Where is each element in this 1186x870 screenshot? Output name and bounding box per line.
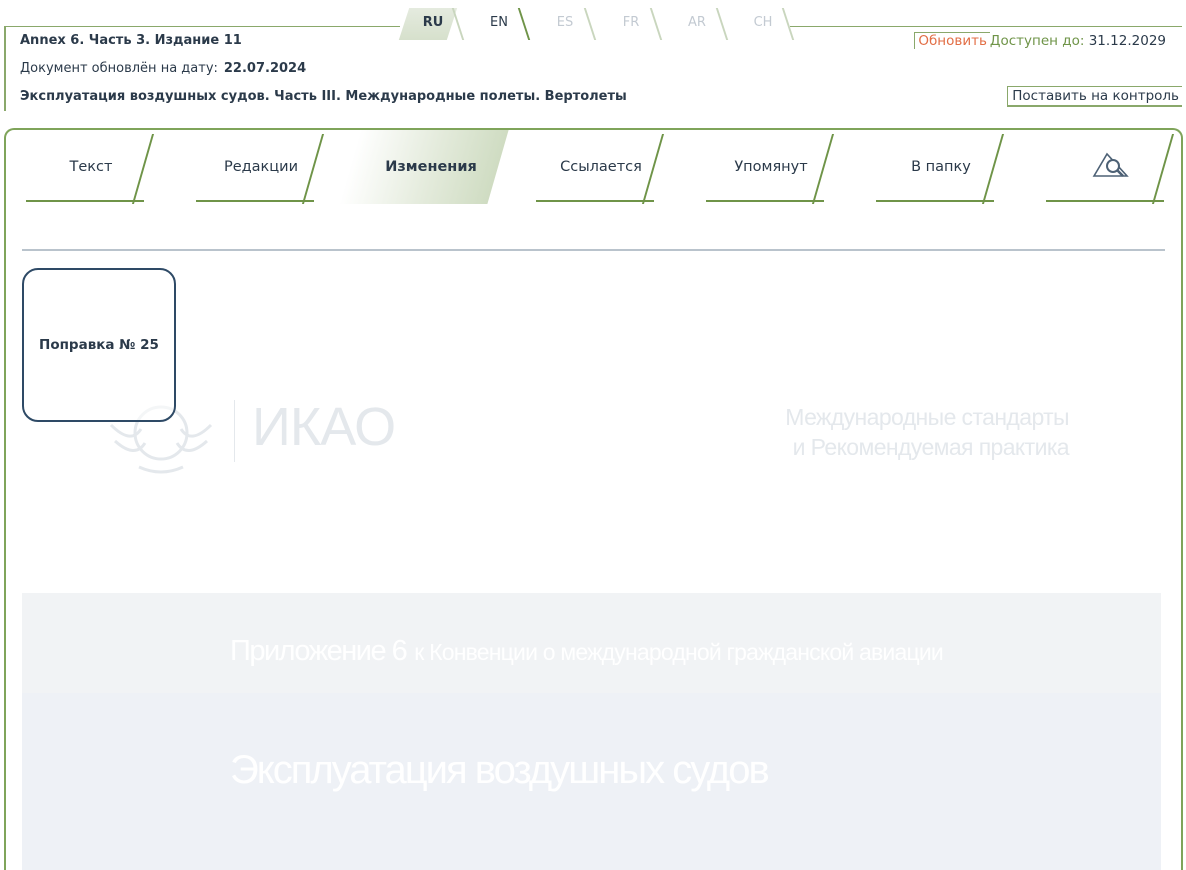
document-cover: Приложение 6к Конвенции о международной … — [22, 593, 1161, 870]
amendment-card[interactable]: Поправка № 25 — [22, 268, 176, 422]
refresh-button[interactable]: Обновить — [914, 32, 990, 49]
tab-search[interactable] — [1036, 130, 1181, 204]
updated-date: 22.07.2024 — [223, 61, 307, 76]
tab-mentioned[interactable]: Упомянут — [696, 130, 846, 204]
lang-ru[interactable]: RU — [398, 6, 466, 40]
logo-separator — [234, 400, 235, 462]
cover-title: Эксплуатация воздушных судов — [230, 748, 770, 792]
lang-en-label: EN — [490, 15, 508, 30]
tab-to-folder-label: В папку — [911, 159, 971, 175]
lang-fr-label: FR — [622, 15, 640, 30]
tab-text-label: Текст — [69, 159, 113, 175]
updated-info: Документ обновлён на дату: 22.07.2024 — [20, 61, 306, 76]
icao-wordmark: ИКАО — [252, 397, 396, 457]
document-title: Annex 6. Часть 3. Издание 11 — [20, 33, 242, 48]
tabs-divider — [22, 249, 1165, 251]
lang-es-label: ES — [556, 15, 574, 30]
lang-ch[interactable]: CH — [730, 6, 796, 38]
search-icon — [1091, 150, 1131, 184]
tab-to-folder[interactable]: В папку — [866, 130, 1016, 204]
monitor-button[interactable]: Поставить на контроль — [1007, 86, 1182, 107]
header-frame-right — [790, 26, 1182, 27]
annex-heading: Приложение 6к Конвенции о международной … — [230, 635, 944, 668]
content-panel: Текст Редакции Изменения Ссылается Упомя… — [4, 128, 1183, 870]
lang-ru-label: RU — [422, 15, 444, 30]
tab-changes[interactable]: Изменения — [339, 130, 509, 204]
document-header: RU EN ES FR AR CH Annex 6. Часть 3. Изда… — [0, 0, 1186, 118]
available-date: 31.12.2029 — [1088, 33, 1166, 49]
document-tabs: Текст Редакции Изменения Ссылается Упомя… — [6, 130, 1181, 206]
document-name: Эксплуатация воздушных судов. Часть III.… — [20, 89, 627, 104]
annex-number: Приложение 6 — [230, 635, 408, 667]
standards-line1: Международные стандарты — [785, 404, 1069, 430]
lang-ar[interactable]: AR — [664, 6, 730, 38]
lang-fr[interactable]: FR — [598, 6, 664, 38]
available-label: Доступен до: — [989, 33, 1085, 49]
tab-revisions-label: Редакции — [223, 159, 299, 175]
lang-ar-label: AR — [688, 15, 706, 30]
updated-label: Документ обновлён на дату: — [20, 61, 218, 76]
tab-references[interactable]: Ссылается — [526, 130, 676, 204]
standards-line2: и Рекомендуемая практика — [792, 434, 1070, 460]
tab-text[interactable]: Текст — [16, 130, 166, 204]
tab-mentioned-label: Упомянут — [734, 159, 808, 175]
lang-ch-label: CH — [753, 15, 773, 30]
language-switcher: RU EN ES FR AR CH — [398, 6, 796, 40]
lang-en[interactable]: EN — [466, 6, 532, 38]
amendment-label: Поправка № 25 — [39, 337, 159, 353]
lang-es[interactable]: ES — [532, 6, 598, 38]
standards-caption: Международные стандарты и Рекомендуемая … — [785, 402, 1069, 462]
availability-bar: Обновить Доступен до: 31.12.2029 — [914, 32, 1166, 49]
annex-subtitle: к Конвенции о международной гражданской … — [414, 639, 943, 665]
tab-changes-label: Изменения — [385, 159, 477, 175]
tab-references-label: Ссылается — [560, 159, 642, 175]
tab-revisions[interactable]: Редакции — [186, 130, 336, 204]
